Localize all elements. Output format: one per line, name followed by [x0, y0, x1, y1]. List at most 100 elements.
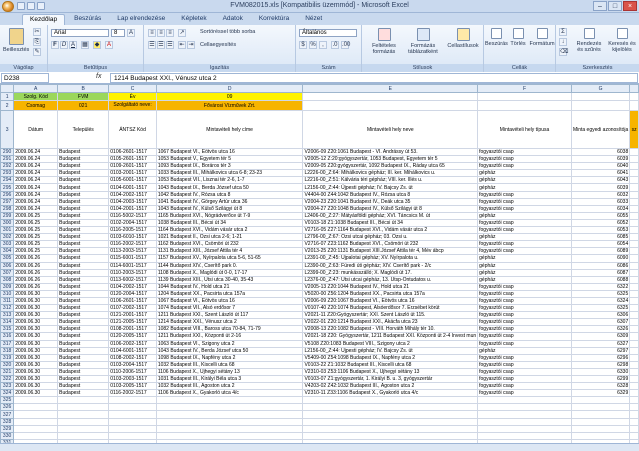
cell[interactable]: 6089: [570, 247, 631, 256]
cell[interactable]: [629, 247, 639, 256]
cell[interactable]: Budapest: [57, 254, 110, 263]
maximize-button[interactable]: □: [608, 1, 622, 11]
cell[interactable]: [629, 289, 639, 298]
cell[interactable]: 2009.06.30: [13, 339, 59, 348]
cell[interactable]: [629, 155, 639, 164]
row-header[interactable]: 326: [0, 403, 15, 412]
cell[interactable]: [629, 389, 639, 398]
cell[interactable]: 6043: [570, 176, 631, 185]
cell[interactable]: 1067 Budapest VI., Eötvös utca 16: [155, 296, 304, 306]
column-header[interactable]: G: [570, 84, 631, 93]
cell[interactable]: [57, 410, 110, 419]
col-title-date[interactable]: Dátum: [13, 110, 59, 149]
cell[interactable]: gépház: [477, 268, 572, 277]
cell[interactable]: Budapest: [57, 169, 110, 178]
cell[interactable]: 6032: [570, 190, 631, 199]
cell[interactable]: 2009.06.25: [13, 247, 59, 256]
cell[interactable]: 6296: [570, 353, 631, 362]
cell[interactable]: 6322: [570, 282, 631, 291]
package-label[interactable]: Csomag: [13, 100, 59, 111]
cell[interactable]: Budapest: [57, 176, 110, 185]
cell[interactable]: [155, 424, 304, 433]
cell[interactable]: 6330: [570, 367, 631, 377]
cell[interactable]: gépház: [477, 211, 572, 220]
cell[interactable]: [108, 417, 157, 426]
cell[interactable]: 0104-2002-1517: [108, 190, 157, 199]
cell[interactable]: 6041: [570, 169, 631, 178]
service-code-value[interactable]: FVM: [57, 92, 110, 101]
cell[interactable]: 2009.06.24: [13, 176, 59, 185]
font-size-select[interactable]: 8: [111, 29, 125, 37]
cell[interactable]: 0102-2004-1517: [108, 218, 157, 228]
cell[interactable]: Budapest: [57, 261, 110, 270]
cell[interactable]: fogyasztói csap: [477, 204, 572, 213]
row-header[interactable]: 311: [0, 296, 15, 306]
italic-button[interactable]: D: [60, 41, 68, 49]
cell[interactable]: 6327: [570, 339, 631, 348]
row-header[interactable]: 297: [0, 197, 15, 206]
tab-home[interactable]: Kezdőlap: [22, 14, 66, 25]
cell[interactable]: Budapest: [57, 374, 110, 384]
cell[interactable]: Budapest: [57, 389, 110, 398]
cell[interactable]: [629, 325, 639, 334]
cell[interactable]: 0114-6001-1517: [108, 261, 157, 270]
cell[interactable]: 0103-2001-1517: [108, 169, 157, 178]
row-header[interactable]: 310: [0, 289, 15, 298]
format-painter-icon[interactable]: ✎: [33, 48, 41, 56]
cell[interactable]: 2009.06.30: [13, 325, 59, 334]
cell[interactable]: 2009.06.30: [13, 367, 59, 377]
autosum-icon[interactable]: Σ: [559, 28, 567, 36]
cell[interactable]: 0121-2005-1517: [108, 318, 157, 327]
cell[interactable]: 2009.06.30: [13, 318, 59, 327]
cell[interactable]: 6307: [570, 318, 631, 327]
cell[interactable]: 6324: [570, 296, 631, 306]
cell[interactable]: 2009.06.24: [13, 155, 59, 164]
cell[interactable]: 1144 Budapest XIV., Cserítő park 0.: [155, 261, 304, 270]
cell[interactable]: [629, 254, 639, 263]
cell[interactable]: V2021-18 Z20: Gyógyszertár, 1211 Budapes…: [302, 332, 479, 341]
cell[interactable]: [108, 410, 157, 419]
cell[interactable]: L2216-00_Z:51: Kálvária téri gépház; VII…: [302, 176, 479, 185]
cell[interactable]: [155, 431, 304, 440]
cell[interactable]: 1098 Budapest IX., Napfény utca 2: [155, 353, 304, 362]
cell[interactable]: fogyasztói csap: [477, 282, 572, 291]
format-cells-button[interactable]: Formátum: [529, 28, 555, 47]
cell[interactable]: 1032 Budapest III., Ágoston utca 2: [155, 382, 304, 391]
cell[interactable]: [108, 424, 157, 433]
cell[interactable]: Budapest: [57, 318, 110, 327]
cell[interactable]: [302, 396, 479, 405]
row-header[interactable]: 316: [0, 332, 15, 341]
column-header[interactable]: A: [13, 84, 59, 93]
cell[interactable]: 6054: [570, 240, 631, 249]
cell[interactable]: Budapest: [57, 204, 110, 213]
cell[interactable]: 6090: [570, 254, 631, 263]
row-header[interactable]: 298: [0, 204, 15, 213]
align-middle-icon[interactable]: ≡: [157, 29, 165, 37]
cell[interactable]: 0104-2002-1517: [108, 282, 157, 291]
cell[interactable]: 6326: [570, 325, 631, 334]
cell[interactable]: 1164 Budapest XVI., Vidám vásár utca 2: [155, 226, 304, 235]
cell[interactable]: Budapest: [57, 296, 110, 306]
cell[interactable]: [629, 147, 639, 157]
format-as-table-button[interactable]: Formázás táblázatként: [404, 28, 442, 55]
row-header[interactable]: 330: [0, 431, 15, 440]
cell[interactable]: 1031 Budapest III., Királyi Béla utca 3: [155, 374, 304, 384]
fill-color-icon[interactable]: ◆: [93, 41, 101, 49]
cell[interactable]: 1165 Budapest XVI., Nógrádverőce út 7-9: [155, 211, 304, 220]
cell[interactable]: 2009.06.24: [13, 204, 59, 213]
cell[interactable]: gépház: [477, 183, 572, 192]
cell[interactable]: Budapest: [57, 332, 110, 341]
cell[interactable]: L2376-00_Z:47: Ütsi utcai gépház, 13. Üt…: [302, 275, 479, 284]
cell[interactable]: fogyasztói csap: [477, 147, 572, 157]
comma-icon[interactable]: ,: [319, 41, 327, 49]
percent-icon[interactable]: %: [309, 41, 317, 49]
cell[interactable]: Budapest: [57, 360, 110, 369]
cell[interactable]: 1044 Budapest IV., Hold utca 21: [155, 282, 304, 291]
cell[interactable]: L2156-00_Z:44: Újpesti gépház; IV. Bajcs…: [302, 346, 479, 355]
tab-review[interactable]: Korrektúra: [252, 14, 296, 25]
increase-indent-icon[interactable]: ⇥: [187, 41, 195, 49]
cell[interactable]: 1043 Budapest IV., Berda József utca 50: [155, 346, 304, 355]
cell[interactable]: 0103-2004-1517: [108, 360, 157, 369]
cell[interactable]: Budapest: [57, 282, 110, 291]
cell[interactable]: 0120-2004-1517: [108, 289, 157, 298]
